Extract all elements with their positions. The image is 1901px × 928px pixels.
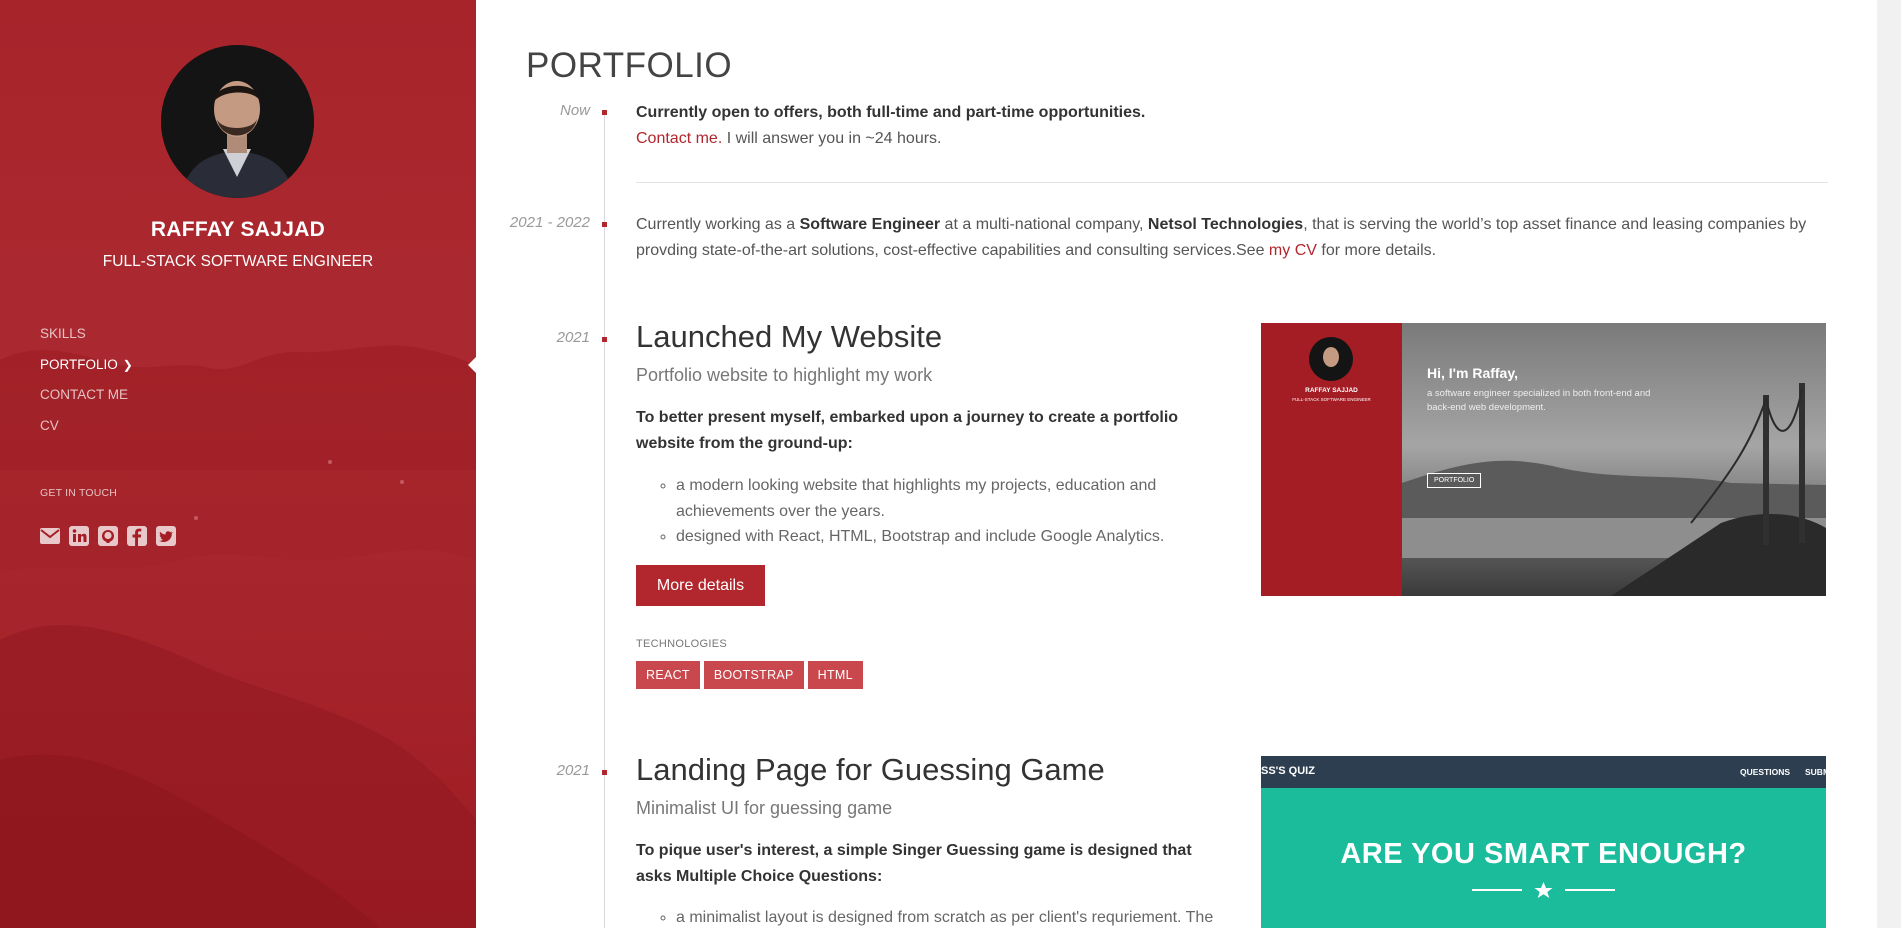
project-subtitle: Minimalist UI for guessing game — [636, 798, 893, 818]
reply-time-text: I will answer you in ~24 hours. — [722, 130, 942, 147]
list-item: designed with React, HTML, Bootstrap and… — [676, 524, 1216, 550]
project-title: Launched My Website — [636, 319, 943, 354]
more-details-button[interactable]: More details — [636, 565, 765, 606]
profile-name: RAFFAY SAJJAD — [150, 218, 326, 241]
nav-item-label: PORTFOLIO — [40, 356, 118, 372]
project-thumbnail-portfolio[interactable]: RAFFAY SAJJAD FULL-STACK SOFTWARE ENGINE… — [1261, 323, 1826, 596]
github-icon[interactable] — [98, 526, 118, 546]
nav-item-label: CONTACT ME — [40, 387, 129, 402]
job-company: Netsol Technologies — [1147, 216, 1304, 233]
sidebar: RAFFAY SAJJAD FULL-STACK SOFTWARE ENGINE… — [0, 0, 476, 928]
active-section-notch — [468, 356, 476, 374]
my-cv-link[interactable]: my CV — [1269, 242, 1317, 259]
thumbnail-name: RAFFAY SAJJAD — [1305, 387, 1358, 394]
technologies-label: TECHNOLOGIES — [636, 638, 728, 650]
nav-item-label: CV — [40, 417, 59, 433]
project-thumbnail-quiz[interactable]: SS'S QUIZ QUESTIONS SUBM ARE YOU SMART E… — [1261, 756, 1826, 928]
quiz-nav-questions: QUESTIONS — [1740, 767, 1791, 777]
thumbnail-description: a software engineer specialized in both … — [1427, 388, 1651, 413]
section-divider — [636, 182, 1828, 183]
twitter-icon[interactable] — [156, 526, 176, 546]
timeline-date: 2021 - 2022 — [509, 214, 590, 231]
timeline-date: Now — [559, 102, 590, 119]
timeline-line — [604, 111, 605, 928]
linkedin-icon[interactable] — [69, 526, 89, 546]
timeline-date: 2021 — [556, 329, 590, 346]
scrollbar-track[interactable] — [1877, 0, 1901, 928]
nav-item-portfolio[interactable]: PORTFOLIO ❯ — [40, 355, 133, 386]
thumbnail-role: FULL-STACK SOFTWARE ENGINEER — [1292, 397, 1371, 402]
nav-item-label: SKILLS — [40, 326, 86, 341]
nav-item-contact-me[interactable]: CONTACT ME — [40, 385, 133, 416]
quiz-brand: SS'S QUIZ — [1261, 765, 1315, 777]
nav-item-skills[interactable]: SKILLS — [40, 324, 133, 355]
thumbnail-greeting: Hi, I'm Raffay, — [1427, 365, 1518, 381]
project-bullets: a minimalist layout is designed from scr… — [676, 905, 1216, 928]
project-intro: To better present myself, embarked upon … — [636, 409, 1179, 452]
list-item: a modern looking website that highlights… — [676, 473, 1216, 524]
timeline-marker — [602, 337, 607, 342]
thumbnail-landscape — [1261, 323, 1826, 596]
list-item: a minimalist layout is designed from scr… — [676, 905, 1216, 928]
job-description-line-1: Currently working as a Software Engineer… — [636, 212, 1836, 238]
nav-item-cv[interactable]: CV — [40, 416, 133, 447]
tag-html[interactable]: HTML — [807, 661, 863, 689]
chevron-right-icon: ❯ — [122, 357, 133, 372]
quiz-nav-submit: SUBM — [1805, 767, 1826, 777]
availability-text: Currently open to offers, both full-time… — [636, 104, 1146, 121]
project-bullets: a modern looking website that highlights… — [676, 473, 1216, 550]
quiz-headline: ARE YOU SMART ENOUGH? — [1340, 838, 1747, 870]
availability-headline: Currently open to offers, both full-time… — [636, 100, 1145, 126]
job-text: provding state-of-the-art solutions, cos… — [636, 242, 1269, 259]
job-role: Software Engineer — [799, 216, 941, 233]
social-links — [40, 526, 176, 546]
profile-title: FULL-STACK SOFTWARE ENGINEER — [102, 253, 374, 270]
app-window: RAFFAY SAJJAD FULL-STACK SOFTWARE ENGINE… — [0, 0, 1901, 928]
technology-tags: REACT BOOTSTRAP HTML — [636, 661, 863, 689]
sidebar-nav: SKILLS PORTFOLIO ❯ CONTACT ME CV — [40, 324, 133, 446]
availability-contact: Contact me. I will answer you in ~24 hou… — [636, 126, 941, 152]
project-title: Landing Page for Guessing Game — [636, 752, 1105, 787]
project-subtitle: Portfolio website to highlight my work — [636, 365, 933, 385]
star-divider-icon — [1472, 882, 1615, 898]
main-content: PORTFOLIO Now Currently open to offers, … — [476, 0, 1877, 928]
get-in-touch-label: GET IN TOUCH — [40, 487, 118, 499]
timeline-marker — [602, 222, 607, 227]
thumbnail-portfolio-button: PORTFOLIO — [1427, 473, 1482, 488]
timeline-marker — [602, 770, 607, 775]
job-description-line-2: provding state-of-the-art solutions, cos… — [636, 238, 1836, 264]
page-title: PORTFOLIO — [526, 46, 733, 85]
timeline-marker — [602, 110, 607, 115]
envelope-icon[interactable] — [40, 526, 60, 546]
facebook-icon[interactable] — [127, 526, 147, 546]
tag-react[interactable]: REACT — [636, 661, 700, 689]
project-intro: To pique user's interest, a simple Singe… — [636, 842, 1192, 885]
job-text: Currently working as a — [636, 216, 800, 233]
job-text: , that is serving the world’s top asset … — [1303, 216, 1807, 233]
avatar — [161, 45, 314, 198]
job-text: for more details. — [1316, 242, 1437, 259]
contact-me-link[interactable]: Contact me. — [636, 130, 722, 147]
job-text: at a multi-national company, — [940, 216, 1148, 233]
timeline-date: 2021 — [556, 762, 590, 779]
tag-bootstrap[interactable]: BOOTSTRAP — [703, 661, 804, 689]
